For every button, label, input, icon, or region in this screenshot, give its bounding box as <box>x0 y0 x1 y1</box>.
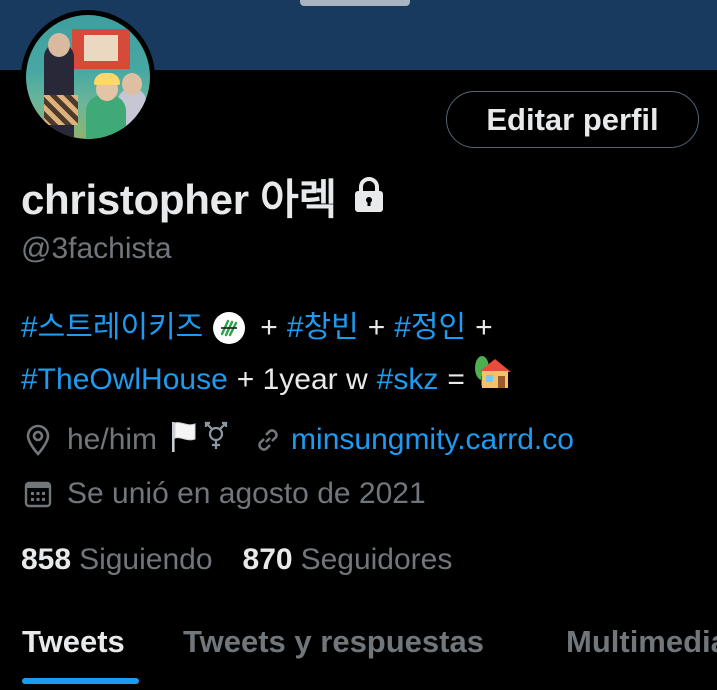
following-label: Siguiendo <box>79 543 213 576</box>
profile-avatar[interactable] <box>21 10 155 144</box>
house-emoji-icon <box>473 354 513 407</box>
avatar-photo-person-2 <box>86 95 126 139</box>
bio-plus: + <box>367 311 386 344</box>
tab-media[interactable]: Multimedia <box>566 624 717 660</box>
avatar-photo-head-1 <box>48 33 70 57</box>
website-link[interactable]: minsungmity.carrd.co <box>291 423 574 457</box>
avatar-photo-plaid-skirt <box>44 95 78 125</box>
followers-label: Seguidores <box>300 543 453 576</box>
bio-plus: + <box>475 311 493 344</box>
banner-image-detail <box>300 0 410 6</box>
bio-line-2: #TheOwlHouse + 1year w #skz = <box>21 354 701 406</box>
profile-name-row: christopher 아렉 <box>21 166 387 226</box>
following-count: 858 <box>21 543 72 576</box>
pronouns-text: he/him <box>67 423 158 456</box>
link-icon <box>253 425 283 455</box>
location-pin-icon <box>21 424 55 456</box>
profile-handle: @3fachista <box>21 232 172 265</box>
hashtag-link[interactable]: #정인 <box>394 302 466 354</box>
hashtag-link[interactable]: #skz <box>377 354 439 406</box>
followers-link[interactable]: 870 Seguidores <box>243 543 453 577</box>
tab-tweets-and-replies[interactable]: Tweets y respuestas <box>183 624 484 660</box>
following-link[interactable]: 858 Siguiendo <box>21 543 213 577</box>
profile-bio: #스트레이키즈 + #창빈 + #정인 + #TheOwlHouse + 1ye… <box>21 302 701 406</box>
avatar-photo <box>26 15 150 139</box>
bio-equals: = <box>447 363 465 396</box>
active-tab-indicator <box>22 678 139 684</box>
hashtag-link[interactable]: #스트레이키즈 <box>21 302 203 354</box>
transgender-symbol-icon <box>203 419 231 461</box>
hashtag-link[interactable]: #창빈 <box>287 302 359 354</box>
pronoun-emojis <box>167 419 231 461</box>
edit-profile-button[interactable]: Editar perfil <box>446 91 699 148</box>
joined-date: Se unió en agosto de 2021 <box>67 477 426 510</box>
bio-text: + 1year w <box>236 363 368 396</box>
avatar-photo-head-3 <box>122 73 142 95</box>
display-name: christopher 아렉 <box>21 175 337 223</box>
skz-logo-icon <box>213 312 246 344</box>
profile-joined-row: Se unió en agosto de 2021 <box>21 472 426 516</box>
avatar-photo-poster-detail <box>84 35 118 61</box>
calendar-icon <box>21 479 55 509</box>
avatar-photo-hair-2 <box>94 73 120 85</box>
profile-meta-row: he/him minsungmity.carrd.co <box>21 418 574 462</box>
profile-tabs: Tweets Tweets y respuestas Multimedia <box>0 610 717 690</box>
white-flag-emoji-icon <box>167 419 203 461</box>
tab-tweets[interactable]: Tweets <box>22 624 125 660</box>
hashtag-link[interactable]: #TheOwlHouse <box>21 354 228 406</box>
followers-count: 870 <box>242 543 293 576</box>
lock-icon <box>351 176 387 219</box>
bio-plus: + <box>260 311 278 344</box>
follow-stats: 858 Siguiendo 870 Seguidores <box>21 538 452 582</box>
bio-line-1: #스트레이키즈 + #창빈 + #정인 + <box>21 302 701 354</box>
